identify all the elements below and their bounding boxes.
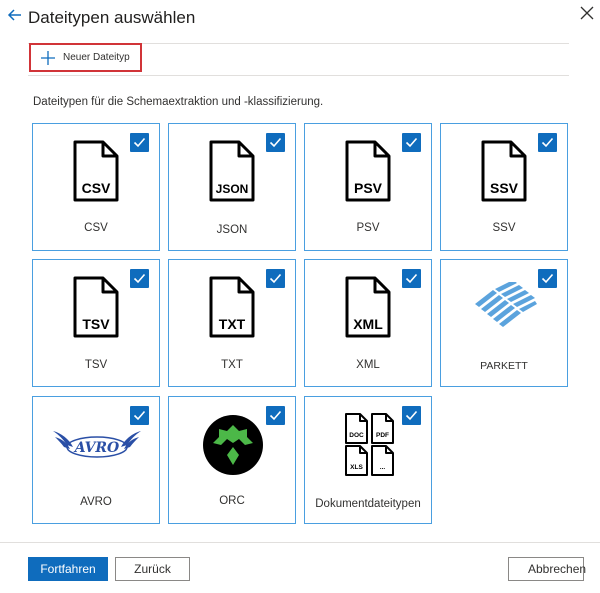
checkbox-checked[interactable]	[130, 133, 149, 152]
filetype-tile-documents[interactable]: DOC PDF XLS ... Dokumentdateitypen	[304, 396, 432, 524]
file-icon: TXT	[209, 276, 255, 338]
description-text: Dateitypen für die Schemaextraktion und …	[33, 96, 324, 108]
filetype-tile-csv[interactable]: CSV CSV	[32, 123, 160, 251]
tile-label: TXT	[221, 359, 243, 371]
tile-label: TSV	[84, 359, 108, 371]
doc-badge-text: DOC	[349, 432, 364, 439]
filetype-tile-avro[interactable]: AVRO AVRO	[32, 396, 160, 524]
checkbox-checked[interactable]	[266, 269, 285, 288]
checkbox-checked[interactable]	[266, 133, 285, 152]
tile-label: Dokumentdateitypen	[315, 498, 421, 510]
new-filetype-button[interactable]: Neuer Dateityp	[29, 43, 142, 72]
filetype-tile-parkett[interactable]: PARKETT	[440, 259, 568, 387]
file-badge-text: TSV	[82, 316, 110, 332]
tile-label: PSV	[356, 222, 380, 234]
tile-label: XML	[356, 359, 380, 371]
checkbox-checked[interactable]	[402, 133, 421, 152]
new-filetype-label: Neuer Dateityp	[63, 52, 130, 63]
checkbox-checked[interactable]	[402, 406, 421, 425]
more-badge-text: ...	[380, 464, 386, 471]
checkbox-checked[interactable]	[402, 269, 421, 288]
checkmark-icon	[133, 410, 146, 421]
continue-button[interactable]: Fortfahren	[28, 557, 108, 581]
file-badge-text: TXT	[219, 316, 246, 332]
pdf-badge-text: PDF	[376, 432, 389, 439]
page-title: Dateitypen auswählen	[28, 8, 196, 27]
checkbox-checked[interactable]	[266, 406, 285, 425]
tile-label: AVRO	[80, 496, 112, 508]
file-icon: TSV	[73, 276, 119, 338]
checkmark-icon	[405, 273, 418, 284]
tile-label: JSON	[216, 224, 248, 236]
tile-label: ORC	[219, 495, 245, 507]
plus-icon	[41, 50, 55, 65]
file-icon: JSON	[209, 140, 255, 202]
file-icon: PSV	[345, 140, 391, 202]
checkbox-checked[interactable]	[130, 269, 149, 288]
file-icon: SSV	[481, 140, 527, 202]
xls-badge-text: XLS	[350, 464, 363, 471]
checkmark-icon	[269, 410, 282, 421]
checkmark-icon	[269, 137, 282, 148]
footer-divider	[0, 542, 600, 543]
checkmark-icon	[541, 137, 554, 148]
file-badge-text: XML	[353, 316, 383, 332]
avro-logo-text: AVRO	[73, 440, 120, 456]
parquet-logo-icon	[475, 282, 537, 327]
cancel-button[interactable]: Abbrechen	[508, 557, 586, 581]
file-badge-text: CSV	[82, 180, 111, 196]
filetype-tile-xml[interactable]: XML XML	[304, 259, 432, 387]
checkmark-icon	[133, 273, 146, 284]
file-badge-text: PSV	[354, 180, 383, 196]
checkmark-icon	[269, 273, 282, 284]
tile-label: SSV	[492, 222, 516, 234]
filetype-tile-psv[interactable]: PSV PSV	[304, 123, 432, 251]
back-button[interactable]: Zurück	[115, 557, 190, 581]
tile-label: PARKETT	[480, 360, 528, 372]
filetype-tile-orc[interactable]: ORC	[168, 396, 296, 524]
filetype-tile-tsv[interactable]: TSV TSV	[32, 259, 160, 387]
toolbar-divider-bottom	[28, 75, 569, 76]
checkmark-icon	[541, 273, 554, 284]
close-icon[interactable]	[579, 5, 595, 21]
file-icon: CSV	[73, 140, 119, 202]
file-icon: XML	[345, 276, 391, 338]
filetype-tile-json[interactable]: JSON JSON	[168, 123, 296, 251]
back-arrow-icon[interactable]	[6, 6, 24, 24]
tile-label: CSV	[84, 222, 108, 234]
checkbox-checked[interactable]	[130, 406, 149, 425]
orc-logo-icon	[203, 415, 263, 475]
document-types-icon: DOC PDF XLS ...	[345, 413, 394, 476]
checkmark-icon	[405, 410, 418, 421]
checkbox-checked[interactable]	[538, 133, 557, 152]
checkmark-icon	[405, 137, 418, 148]
avro-logo-icon: AVRO	[53, 431, 141, 458]
checkmark-icon	[133, 137, 146, 148]
checkbox-checked[interactable]	[538, 269, 557, 288]
filetype-tile-ssv[interactable]: SSV SSV	[440, 123, 568, 251]
filetype-tile-txt[interactable]: TXT TXT	[168, 259, 296, 387]
file-badge-text: SSV	[490, 180, 519, 196]
file-badge-text: JSON	[216, 182, 249, 196]
